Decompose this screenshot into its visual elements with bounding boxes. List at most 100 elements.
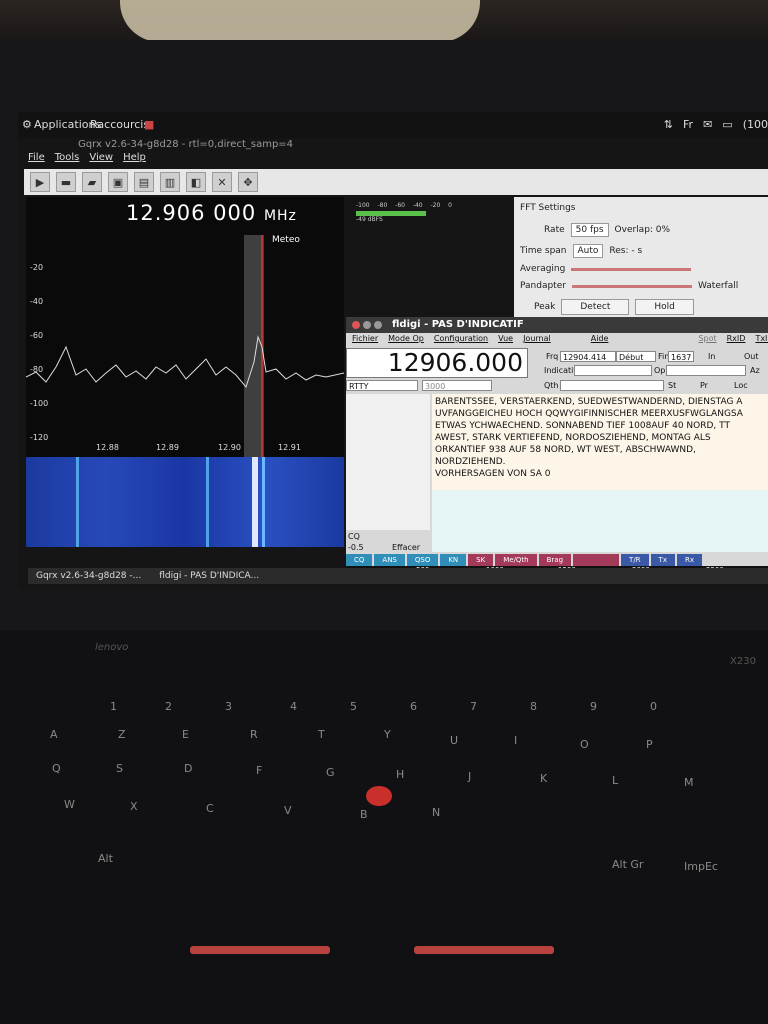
fin-field[interactable]: 1637	[668, 351, 694, 362]
macro-meqth[interactable]: Me/Qth	[495, 554, 537, 566]
qth-label: Qth	[544, 381, 559, 390]
key: 5	[350, 700, 357, 713]
macro-sk[interactable]: SK	[468, 554, 494, 566]
key: Y	[384, 728, 391, 741]
minimize-icon[interactable]	[363, 321, 371, 329]
trackpoint[interactable]	[366, 786, 392, 806]
key: Alt	[98, 852, 113, 865]
y-tick: -80	[30, 365, 44, 374]
keyboard-layout[interactable]: Fr	[683, 118, 693, 131]
txid-button[interactable]: TxID	[755, 334, 768, 347]
device-icon[interactable]: ▬	[56, 172, 76, 192]
key: A	[50, 728, 58, 741]
receive-text[interactable]: BARENTSSEE, VERSTAERKEND, SUEDWESTWANDER…	[432, 394, 768, 490]
key: ImpEc	[684, 860, 718, 873]
meter-tick: -100	[356, 202, 370, 209]
rate-select[interactable]: 50 fps	[570, 223, 609, 237]
spot-button[interactable]: Spot	[698, 334, 716, 347]
right-mouse-button[interactable]	[414, 946, 554, 954]
macro-empty[interactable]	[573, 554, 620, 566]
key: F	[256, 764, 263, 777]
key: R	[250, 728, 258, 741]
op-field[interactable]	[666, 365, 746, 376]
system-tray: ⇅ Fr ✉ ▭ (100	[664, 118, 768, 131]
spectrum-plot[interactable]: 12.906 000 MHz Meteo -20 -40 -60 -80 -10…	[26, 197, 344, 457]
averaging-label: Averaging	[520, 264, 566, 274]
fldigi-frequency-display[interactable]: 12906.000	[346, 348, 528, 378]
key: O	[580, 738, 589, 751]
play-icon[interactable]: ▶	[30, 172, 50, 192]
debut-field[interactable]: Début	[616, 351, 656, 362]
menu-view[interactable]: View	[89, 152, 113, 168]
hold-button[interactable]: Hold	[635, 299, 694, 315]
rx-button[interactable]: Rx	[676, 554, 702, 566]
macro-kn[interactable]: KN	[440, 554, 467, 566]
mode-select[interactable]: RTTY	[346, 380, 418, 391]
macro-qso[interactable]: QSO	[406, 554, 439, 566]
transmit-text[interactable]	[432, 490, 768, 552]
folder-icon[interactable]: ▰	[82, 172, 102, 192]
mail-icon[interactable]: ✉	[703, 118, 712, 131]
remote-icon[interactable]: ▥	[160, 172, 180, 192]
fldigi-title: fldigi - PAS D'INDICATIF	[392, 319, 524, 330]
menu-journal[interactable]: Journal	[523, 334, 551, 347]
network-icon[interactable]: ⇅	[664, 118, 673, 131]
taskbar-item-fldigi[interactable]: fldigi - PAS D'INDICA...	[159, 571, 259, 581]
averaging-slider[interactable]	[571, 267, 692, 271]
detect-button[interactable]: Detect	[561, 299, 630, 315]
maximize-icon[interactable]	[374, 321, 382, 329]
key: B	[360, 808, 368, 821]
key: Q	[52, 762, 61, 775]
menu-fichier[interactable]: Fichier	[352, 334, 378, 347]
pandapter-label: Pandapter	[520, 281, 566, 291]
frq-field[interactable]: 12904.414	[560, 351, 616, 362]
rxid-button[interactable]: RxID	[727, 334, 746, 347]
left-mouse-button[interactable]	[190, 946, 330, 954]
battery-icon[interactable]: ▭	[722, 118, 732, 131]
key: Alt Gr	[612, 858, 644, 871]
pandapter-slider[interactable]	[571, 284, 692, 288]
qth-field[interactable]	[560, 380, 664, 391]
macro-cq[interactable]: CQ	[346, 554, 373, 566]
indicatif-label: Indicatif	[544, 366, 577, 375]
app-launcher-icon[interactable]: ■	[144, 118, 154, 131]
menu-vue[interactable]: Vue	[498, 334, 513, 347]
out-label: Out	[744, 352, 759, 361]
menu-tools[interactable]: Tools	[55, 152, 80, 168]
effacer-button[interactable]: Effacer	[392, 543, 420, 552]
waterfall-line	[206, 457, 209, 547]
tx-button[interactable]: Tx	[650, 554, 675, 566]
taskbar-item-gqrx[interactable]: Gqrx v2.6-34-g8d28 -...	[36, 571, 141, 581]
filter-band[interactable]	[244, 235, 264, 457]
tools-icon[interactable]: ✕	[212, 172, 232, 192]
waterfall-line	[76, 457, 79, 547]
save-icon[interactable]: ▣	[108, 172, 128, 192]
meter-tick: -20	[430, 202, 441, 209]
tr-button[interactable]: T/R	[621, 554, 649, 566]
fldigi-titlebar[interactable]: fldigi - PAS D'INDICATIF	[346, 317, 768, 333]
waterfall[interactable]	[26, 457, 344, 547]
key: 7	[470, 700, 477, 713]
fullscreen-icon[interactable]: ✥	[238, 172, 258, 192]
fft-toggle-icon[interactable]: ◧	[186, 172, 206, 192]
key: D	[184, 762, 193, 775]
fldigi-left-pane	[346, 394, 430, 530]
y-tick: -40	[30, 297, 44, 306]
timespan-select[interactable]: Auto	[572, 244, 604, 258]
key: G	[326, 766, 335, 779]
menu-mode-op[interactable]: Mode Op	[388, 334, 424, 347]
raccourcis-menu[interactable]: Raccourcis	[90, 118, 149, 131]
menu-configuration[interactable]: Configuration	[434, 334, 488, 347]
key: K	[540, 772, 548, 785]
menu-help[interactable]: Help	[123, 152, 146, 168]
close-icon[interactable]	[352, 321, 360, 329]
macro-brag[interactable]: Brag	[538, 554, 572, 566]
apps-icon[interactable]: ⚙	[22, 118, 32, 131]
offset-field[interactable]: 3000	[422, 380, 492, 391]
notes-icon[interactable]: ▤	[134, 172, 154, 192]
indicatif-field[interactable]	[574, 365, 652, 376]
key: P	[646, 738, 653, 751]
menu-file[interactable]: File	[28, 152, 45, 168]
macro-ans[interactable]: ANS	[374, 554, 405, 566]
menu-aide[interactable]: Aide	[591, 334, 609, 347]
